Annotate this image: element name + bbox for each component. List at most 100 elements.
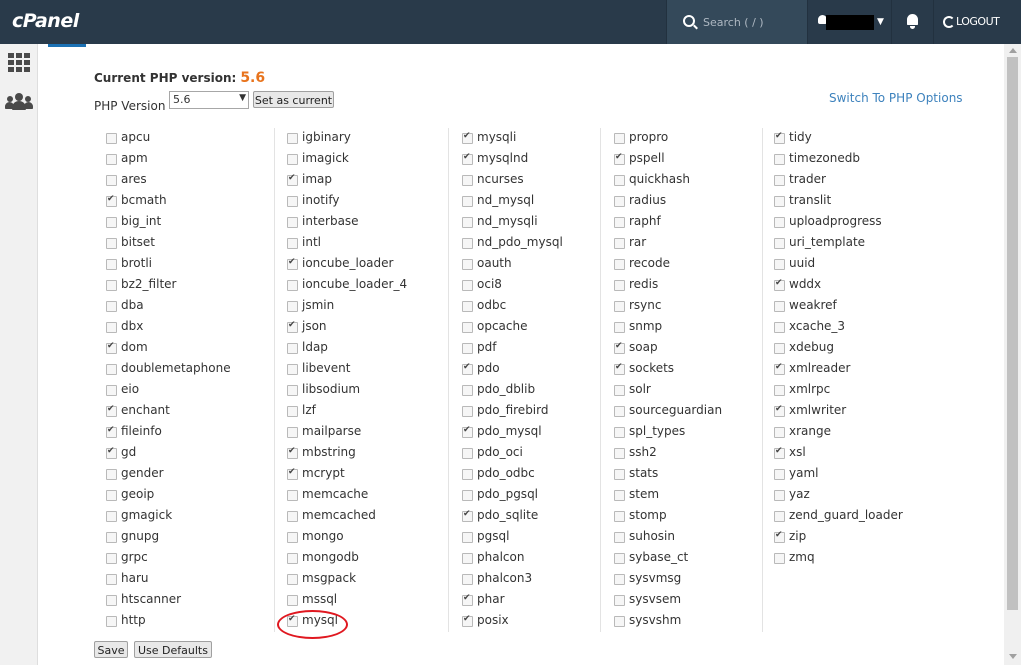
extension-weakref[interactable]: weakref (774, 298, 924, 319)
extension-pdo_pgsql[interactable]: pdo_pgsql (462, 487, 612, 508)
switch-to-php-options-link[interactable]: Switch To PHP Options (829, 91, 963, 105)
extension-propro[interactable]: propro (614, 130, 764, 151)
extension-raphf[interactable]: raphf (614, 214, 764, 235)
extension-checkbox[interactable] (287, 406, 298, 417)
extension-checkbox[interactable] (614, 490, 625, 501)
scroll-up-arrow-icon[interactable] (1009, 48, 1017, 53)
extension-checkbox[interactable] (287, 490, 298, 501)
extension-sybase_ct[interactable]: sybase_ct (614, 550, 764, 571)
extension-checkbox[interactable] (614, 301, 625, 312)
extension-checkbox[interactable] (287, 196, 298, 207)
extension-checkbox[interactable] (106, 574, 117, 585)
search-input[interactable] (703, 13, 799, 31)
extension-checkbox[interactable] (774, 553, 785, 564)
extension-gender[interactable]: gender (106, 466, 256, 487)
extension-yaz[interactable]: yaz (774, 487, 924, 508)
extension-checkbox[interactable] (614, 362, 625, 375)
php-version-select[interactable]: 5.6 ▼ (169, 91, 249, 109)
extension-checkbox[interactable] (106, 364, 117, 375)
extension-checkbox[interactable] (462, 532, 473, 543)
extension-ldap[interactable]: ldap (287, 340, 437, 361)
extension-checkbox[interactable] (287, 511, 298, 522)
extension-haru[interactable]: haru (106, 571, 256, 592)
extension-lzf[interactable]: lzf (287, 403, 437, 424)
extension-checkbox[interactable] (462, 217, 473, 228)
extension-checkbox[interactable] (614, 341, 625, 354)
extension-checkbox[interactable] (614, 427, 625, 438)
extension-mysql[interactable]: mysql (287, 613, 437, 634)
extension-solr[interactable]: solr (614, 382, 764, 403)
extension-checkbox[interactable] (462, 406, 473, 417)
extension-mssql[interactable]: mssql (287, 592, 437, 613)
extension-jsmin[interactable]: jsmin (287, 298, 437, 319)
extension-checkbox[interactable] (774, 175, 785, 186)
extension-libevent[interactable]: libevent (287, 361, 437, 382)
extension-memcached[interactable]: memcached (287, 508, 437, 529)
extension-checkbox[interactable] (106, 322, 117, 333)
extension-checkbox[interactable] (287, 574, 298, 585)
extension-checkbox[interactable] (287, 446, 298, 459)
extension-checkbox[interactable] (462, 280, 473, 291)
extension-checkbox[interactable] (106, 133, 117, 144)
extension-interbase[interactable]: interbase (287, 214, 437, 235)
extension-wddx[interactable]: wddx (774, 277, 924, 298)
extension-imap[interactable]: imap (287, 172, 437, 193)
extension-sysvshm[interactable]: sysvshm (614, 613, 764, 634)
extension-pgsql[interactable]: pgsql (462, 529, 612, 550)
extension-checkbox[interactable] (774, 131, 785, 144)
extension-checkbox[interactable] (774, 322, 785, 333)
extension-pdo_firebird[interactable]: pdo_firebird (462, 403, 612, 424)
extension-checkbox[interactable] (106, 341, 117, 354)
extension-rsync[interactable]: rsync (614, 298, 764, 319)
extension-checkbox[interactable] (462, 385, 473, 396)
save-button[interactable]: Save (94, 641, 128, 658)
extension-translit[interactable]: translit (774, 193, 924, 214)
extension-bz2_filter[interactable]: bz2_filter (106, 277, 256, 298)
extension-pdo_odbc[interactable]: pdo_odbc (462, 466, 612, 487)
extension-mongodb[interactable]: mongodb (287, 550, 437, 571)
extension-phalcon[interactable]: phalcon (462, 550, 612, 571)
extension-brotli[interactable]: brotli (106, 256, 256, 277)
extension-xmlreader[interactable]: xmlreader (774, 361, 924, 382)
extension-checkbox[interactable] (106, 217, 117, 228)
extension-checkbox[interactable] (462, 469, 473, 480)
extension-checkbox[interactable] (287, 385, 298, 396)
extension-yaml[interactable]: yaml (774, 466, 924, 487)
notifications-button[interactable] (891, 0, 934, 44)
extension-checkbox[interactable] (462, 259, 473, 270)
extension-checkbox[interactable] (614, 469, 625, 480)
extension-checkbox[interactable] (462, 490, 473, 501)
extension-trader[interactable]: trader (774, 172, 924, 193)
extension-checkbox[interactable] (614, 322, 625, 333)
cpanel-logo[interactable]: cPanel (12, 10, 79, 32)
extension-checkbox[interactable] (287, 553, 298, 564)
extension-gd[interactable]: gd (106, 445, 256, 466)
extension-stats[interactable]: stats (614, 466, 764, 487)
extension-ioncube_loader_4[interactable]: ioncube_loader_4 (287, 277, 437, 298)
extension-suhosin[interactable]: suhosin (614, 529, 764, 550)
extension-checkbox[interactable] (106, 553, 117, 564)
extension-zip[interactable]: zip (774, 529, 924, 550)
extension-bitset[interactable]: bitset (106, 235, 256, 256)
extension-checkbox[interactable] (614, 532, 625, 543)
extension-spl_types[interactable]: spl_types (614, 424, 764, 445)
use-defaults-button[interactable]: Use Defaults (134, 641, 212, 658)
extension-grpc[interactable]: grpc (106, 550, 256, 571)
extension-checkbox[interactable] (462, 593, 473, 606)
extension-odbc[interactable]: odbc (462, 298, 612, 319)
extension-xsl[interactable]: xsl (774, 445, 924, 466)
extension-enchant[interactable]: enchant (106, 403, 256, 424)
extension-checkbox[interactable] (614, 175, 625, 186)
extension-phalcon3[interactable]: phalcon3 (462, 571, 612, 592)
extension-ares[interactable]: ares (106, 172, 256, 193)
extension-nd_mysqli[interactable]: nd_mysqli (462, 214, 612, 235)
extension-checkbox[interactable] (462, 196, 473, 207)
extension-checkbox[interactable] (287, 595, 298, 606)
extension-doublemetaphone[interactable]: doublemetaphone (106, 361, 256, 382)
logout-button[interactable]: LOGOUT (933, 0, 1021, 44)
extension-checkbox[interactable] (287, 133, 298, 144)
extension-gnupg[interactable]: gnupg (106, 529, 256, 550)
extension-checkbox[interactable] (614, 152, 625, 165)
extension-checkbox[interactable] (287, 257, 298, 270)
extension-checkbox[interactable] (614, 574, 625, 585)
